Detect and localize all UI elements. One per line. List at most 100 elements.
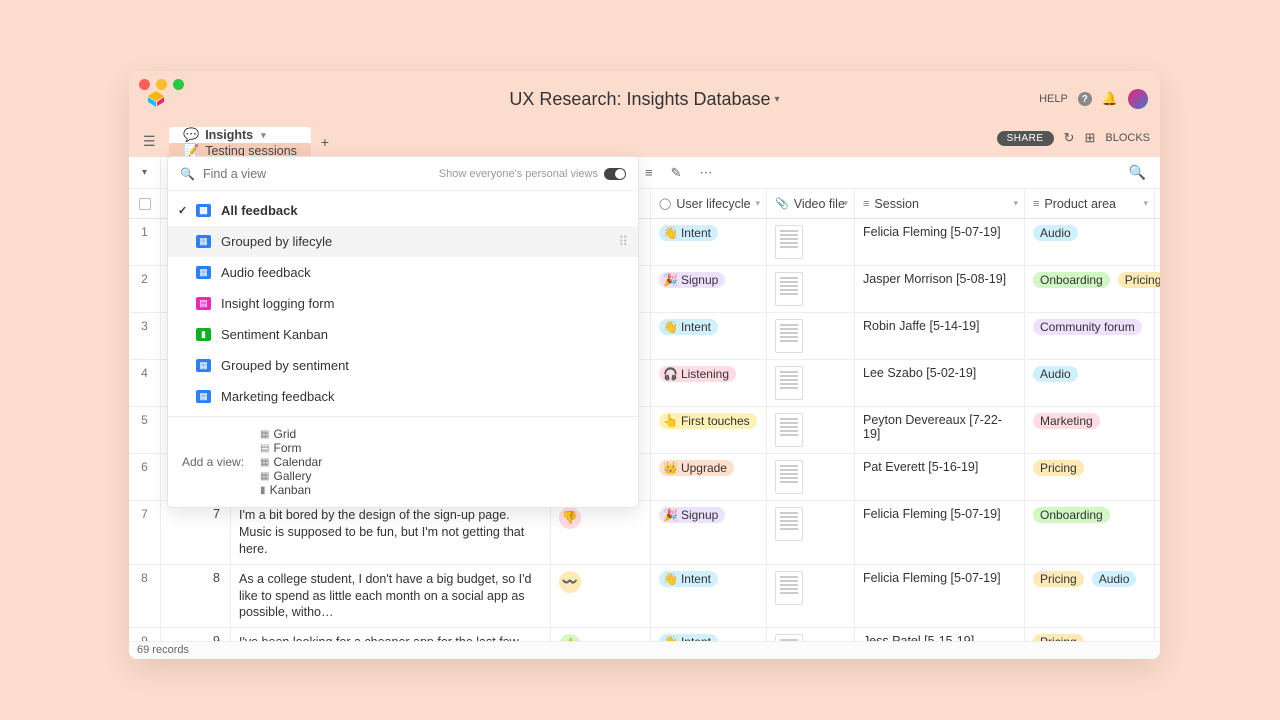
product-column-header[interactable]: ≡Product area▾ [1025,189,1155,218]
attachment-thumbnail[interactable] [775,413,803,447]
view-item[interactable]: ▦Marketing feedback [168,381,638,412]
view-item[interactable]: ▮Sentiment Kanban [168,319,638,350]
drag-handle-icon[interactable]: ⠿ [618,234,626,250]
product-tag[interactable]: Community forum [1033,319,1142,335]
session-cell[interactable]: Felicia Fleming [5-07-19] [855,219,1025,265]
tab-insights[interactable]: 💬Insights▾ [169,127,311,143]
product-cell[interactable]: Community forum [1025,313,1155,359]
user-avatar[interactable] [1128,89,1148,109]
lifecycle-cell[interactable]: 🎉Signup [651,501,767,564]
session-cell[interactable]: Felicia Fleming [5-07-19] [855,565,1025,628]
sidebar-toggle-icon[interactable]: ☰ [143,133,156,150]
session-cell[interactable]: Pat Everett [5-16-19] [855,454,1025,500]
add-table-button[interactable]: + [313,127,337,157]
view-item[interactable]: ▦Grouped by sentiment [168,350,638,381]
sentiment-cell[interactable]: 〰️ [551,565,651,628]
lifecycle-cell[interactable]: 👋Intent [651,219,767,265]
video-column-header[interactable]: 📎Video file▾ [767,189,855,218]
table-row[interactable]: 77I'm a bit bored by the design of the s… [129,501,1160,565]
session-cell[interactable]: Lee Szabo [5-02-19] [855,360,1025,406]
product-cell[interactable]: Marketing [1025,407,1155,453]
video-cell[interactable] [767,266,855,312]
attachment-thumbnail[interactable] [775,571,803,605]
product-cell[interactable]: Pricing Audio [1025,565,1155,628]
product-tag[interactable]: Pricing [1033,634,1084,641]
table-row[interactable]: 99I've been looking for a cheaper app fo… [129,628,1160,641]
view-item[interactable]: ▦All feedback [168,195,638,226]
session-cell[interactable]: Felicia Fleming [5-07-19] [855,501,1025,564]
blocks-icon[interactable]: ⊞ [1084,130,1095,146]
attachment-thumbnail[interactable] [775,634,803,641]
video-cell[interactable] [767,219,855,265]
view-item[interactable]: ▦Grouped by lifecyle⠿ [168,226,638,257]
blocks-label[interactable]: BLOCKS [1105,132,1150,144]
video-cell[interactable] [767,313,855,359]
product-tag[interactable]: Onboarding [1033,507,1110,523]
video-cell[interactable] [767,360,855,406]
session-cell[interactable]: Jess Patel [5-15-19] [855,628,1025,641]
product-tag[interactable]: Audio [1033,225,1078,241]
help-link[interactable]: HELP [1039,93,1068,105]
table-row[interactable]: 88As a college student, I don't have a b… [129,565,1160,629]
video-cell[interactable] [767,565,855,628]
note-cell[interactable]: I've been looking for a cheaper app for … [231,628,551,641]
share-button[interactable]: SHARE [997,131,1054,146]
video-cell[interactable] [767,407,855,453]
select-all-column[interactable] [129,189,161,218]
attachment-thumbnail[interactable] [775,366,803,400]
sentiment-cell[interactable]: 👍 [551,628,651,641]
attachment-thumbnail[interactable] [775,319,803,353]
product-tag[interactable]: Audio [1033,366,1078,382]
toggle-switch[interactable] [604,168,626,180]
find-view-input[interactable] [203,167,431,181]
attachment-thumbnail[interactable] [775,507,803,541]
view-switcher-caret[interactable]: ▾ [129,157,161,188]
add-calendar-view[interactable]: ▦Calendar [260,455,322,469]
note-cell[interactable]: As a college student, I don't have a big… [231,565,551,628]
product-tag[interactable]: Marketing [1033,413,1100,429]
product-cell[interactable]: Onboarding [1025,501,1155,564]
product-tag[interactable]: Pricing [1118,272,1160,288]
lifecycle-cell[interactable]: 🎉Signup [651,266,767,312]
product-cell[interactable]: Audio [1025,360,1155,406]
search-icon[interactable]: 🔍 [1129,164,1146,181]
video-cell[interactable] [767,454,855,500]
session-cell[interactable]: Robin Jaffe [5-14-19] [855,313,1025,359]
product-cell[interactable]: OnboardingPricing [1025,266,1155,312]
share-view-icon[interactable]: ✎ [671,165,682,181]
view-item[interactable]: ▤Insight logging form [168,288,638,319]
title-dropdown-icon[interactable]: ▾ [775,94,780,105]
product-cell[interactable]: Pricing [1025,454,1155,500]
product-cell[interactable]: Pricing [1025,628,1155,641]
session-cell[interactable]: Jasper Morrison [5-08-19] [855,266,1025,312]
product-tag[interactable]: Onboarding [1033,272,1110,288]
lifecycle-cell[interactable]: 👋Intent [651,628,767,641]
attachment-thumbnail[interactable] [775,460,803,494]
personal-views-toggle[interactable]: Show everyone's personal views [439,168,626,180]
attachment-thumbnail[interactable] [775,272,803,306]
lifecycle-cell[interactable]: 👋Intent [651,565,767,628]
product-tag[interactable]: Pricing [1033,460,1084,476]
sentiment-cell[interactable]: 👎 [551,501,651,564]
video-cell[interactable] [767,628,855,641]
note-cell[interactable]: I'm a bit bored by the design of the sig… [231,501,551,564]
video-cell[interactable] [767,501,855,564]
add-grid-view[interactable]: ▦Grid [260,427,322,441]
product-tag[interactable]: Audio [1092,571,1137,587]
lifecycle-cell[interactable]: 👑Upgrade [651,454,767,500]
view-item[interactable]: ▦Audio feedback [168,257,638,288]
attachment-thumbnail[interactable] [775,225,803,259]
session-cell[interactable]: Peyton Devereaux [7-22-19] [855,407,1025,453]
lifecycle-column-header[interactable]: ◯User lifecycle▾ [651,189,767,218]
help-icon[interactable]: ? [1078,92,1092,106]
lifecycle-cell[interactable]: 👆First touches [651,407,767,453]
notifications-icon[interactable]: 🔔 [1102,91,1118,107]
app-logo[interactable] [147,90,165,108]
lifecycle-cell[interactable]: 👋Intent [651,313,767,359]
product-tag[interactable]: Pricing [1033,571,1084,587]
session-column-header[interactable]: ≡Session▾ [855,189,1025,218]
add-gallery-view[interactable]: ▦Gallery [260,469,322,483]
more-icon[interactable]: ⋯ [700,165,713,181]
history-icon[interactable]: ↻ [1064,130,1075,146]
add-form-view[interactable]: ▤Form [260,441,322,455]
